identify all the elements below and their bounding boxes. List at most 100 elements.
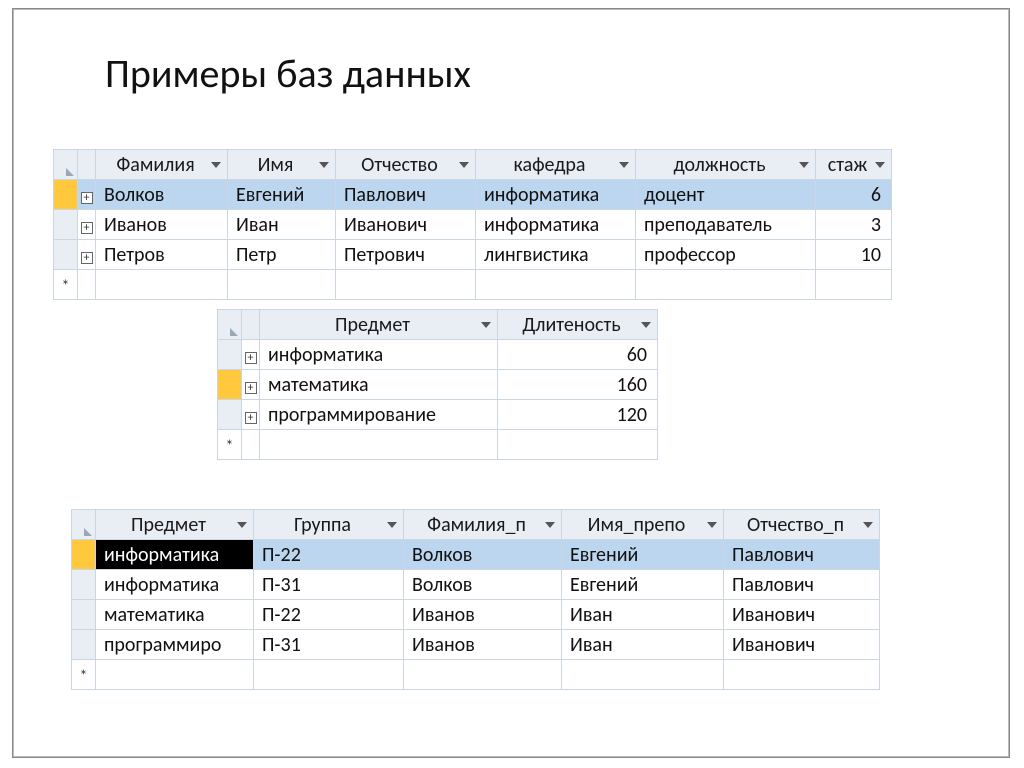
table-row[interactable]: информатикаП-31ВолковЕвгенийПавлович <box>72 570 880 600</box>
cell[interactable] <box>498 430 658 460</box>
row-selector[interactable] <box>54 240 78 270</box>
cell[interactable] <box>476 270 636 300</box>
cell[interactable]: 160 <box>498 370 658 400</box>
cell[interactable]: преподаватель <box>636 210 816 240</box>
chevron-down-icon[interactable] <box>641 322 651 328</box>
row-selector[interactable] <box>218 340 242 370</box>
new-record-row[interactable]: * <box>218 430 658 460</box>
cell[interactable]: информатика <box>96 570 254 600</box>
col-header[interactable]: Фамилия_п <box>404 510 562 540</box>
cell[interactable]: Евгений <box>228 180 336 210</box>
chevron-down-icon[interactable] <box>459 162 469 168</box>
cell[interactable]: Иванович <box>724 600 880 630</box>
chevron-down-icon[interactable] <box>545 522 555 528</box>
cell[interactable]: информатика <box>260 340 498 370</box>
chevron-down-icon[interactable] <box>863 522 873 528</box>
row-selector[interactable]: * <box>218 430 242 460</box>
cell[interactable]: 60 <box>498 340 658 370</box>
row-selector[interactable] <box>54 210 78 240</box>
expand-cell[interactable]: + <box>78 240 96 270</box>
col-header[interactable]: Имя_препо <box>562 510 724 540</box>
cell[interactable]: 10 <box>816 240 892 270</box>
cell[interactable] <box>816 270 892 300</box>
cell[interactable]: Евгений <box>562 570 724 600</box>
cell[interactable]: П-22 <box>254 600 404 630</box>
cell[interactable] <box>336 270 476 300</box>
table-row[interactable]: +ПетровПетрПетровичлингвистикапрофессор1… <box>54 240 892 270</box>
table-row[interactable]: +математика160 <box>218 370 658 400</box>
cell[interactable]: Петр <box>228 240 336 270</box>
cell[interactable] <box>562 660 724 690</box>
col-header[interactable]: Предмет <box>260 310 498 340</box>
cell[interactable]: Иван <box>562 600 724 630</box>
row-selector[interactable] <box>72 540 96 570</box>
new-record-row[interactable]: * <box>72 660 880 690</box>
row-selector[interactable] <box>72 570 96 600</box>
table-row[interactable]: +информатика60 <box>218 340 658 370</box>
cell[interactable]: доцент <box>636 180 816 210</box>
cell[interactable]: Петрович <box>336 240 476 270</box>
cell[interactable]: Павлович <box>724 540 880 570</box>
chevron-down-icon[interactable] <box>237 522 247 528</box>
row-selector[interactable] <box>54 180 78 210</box>
chevron-down-icon[interactable] <box>707 522 717 528</box>
cell[interactable] <box>228 270 336 300</box>
cell[interactable]: Иванович <box>336 210 476 240</box>
cell[interactable]: информатика <box>476 180 636 210</box>
col-header[interactable]: Фамилия <box>96 150 228 180</box>
cell[interactable]: информатика <box>96 540 254 570</box>
chevron-down-icon[interactable] <box>619 162 629 168</box>
cell[interactable]: программиро <box>96 630 254 660</box>
cell[interactable]: П-22 <box>254 540 404 570</box>
cell[interactable]: информатика <box>476 210 636 240</box>
cell[interactable]: Петров <box>96 240 228 270</box>
cell[interactable]: Волков <box>404 570 562 600</box>
cell[interactable]: лингвистика <box>476 240 636 270</box>
cell[interactable]: программирование <box>260 400 498 430</box>
expand-cell[interactable]: + <box>242 370 260 400</box>
row-selector[interactable]: * <box>54 270 78 300</box>
col-header[interactable]: Предмет <box>96 510 254 540</box>
cell[interactable]: математика <box>96 600 254 630</box>
cell[interactable] <box>96 660 254 690</box>
chevron-down-icon[interactable] <box>799 162 809 168</box>
select-all-corner[interactable] <box>218 310 242 340</box>
row-selector[interactable] <box>218 400 242 430</box>
cell[interactable]: профессор <box>636 240 816 270</box>
table-row[interactable]: +программирование120 <box>218 400 658 430</box>
cell[interactable]: Иван <box>228 210 336 240</box>
chevron-down-icon[interactable] <box>481 322 491 328</box>
cell[interactable] <box>254 660 404 690</box>
cell[interactable]: П-31 <box>254 630 404 660</box>
table-row[interactable]: +ИвановИванИвановичинформатикапреподават… <box>54 210 892 240</box>
col-header[interactable]: Длитеность <box>498 310 658 340</box>
table-row[interactable]: математикаП-22ИвановИванИванович <box>72 600 880 630</box>
cell[interactable]: Иванов <box>404 600 562 630</box>
select-all-corner[interactable] <box>54 150 78 180</box>
cell[interactable]: Евгений <box>562 540 724 570</box>
cell[interactable]: 3 <box>816 210 892 240</box>
cell[interactable]: Павлович <box>724 570 880 600</box>
col-header[interactable]: Отчество_п <box>724 510 880 540</box>
cell[interactable]: Иванович <box>724 630 880 660</box>
cell[interactable]: Иван <box>562 630 724 660</box>
col-header[interactable]: Имя <box>228 150 336 180</box>
row-selector[interactable]: * <box>72 660 96 690</box>
table-row[interactable]: информатикаП-22ВолковЕвгенийПавлович <box>72 540 880 570</box>
cell[interactable] <box>96 270 228 300</box>
col-header[interactable]: Группа <box>254 510 404 540</box>
expand-cell[interactable]: + <box>78 210 96 240</box>
cell[interactable] <box>260 430 498 460</box>
row-selector[interactable] <box>218 370 242 400</box>
cell[interactable] <box>404 660 562 690</box>
select-all-corner[interactable] <box>72 510 96 540</box>
expand-cell[interactable]: + <box>78 180 96 210</box>
row-selector[interactable] <box>72 600 96 630</box>
cell[interactable] <box>724 660 880 690</box>
expand-cell[interactable]: + <box>242 400 260 430</box>
cell[interactable]: Волков <box>404 540 562 570</box>
cell[interactable]: Иванов <box>404 630 562 660</box>
row-selector[interactable] <box>72 630 96 660</box>
chevron-down-icon[interactable] <box>387 522 397 528</box>
col-header[interactable]: должность <box>636 150 816 180</box>
